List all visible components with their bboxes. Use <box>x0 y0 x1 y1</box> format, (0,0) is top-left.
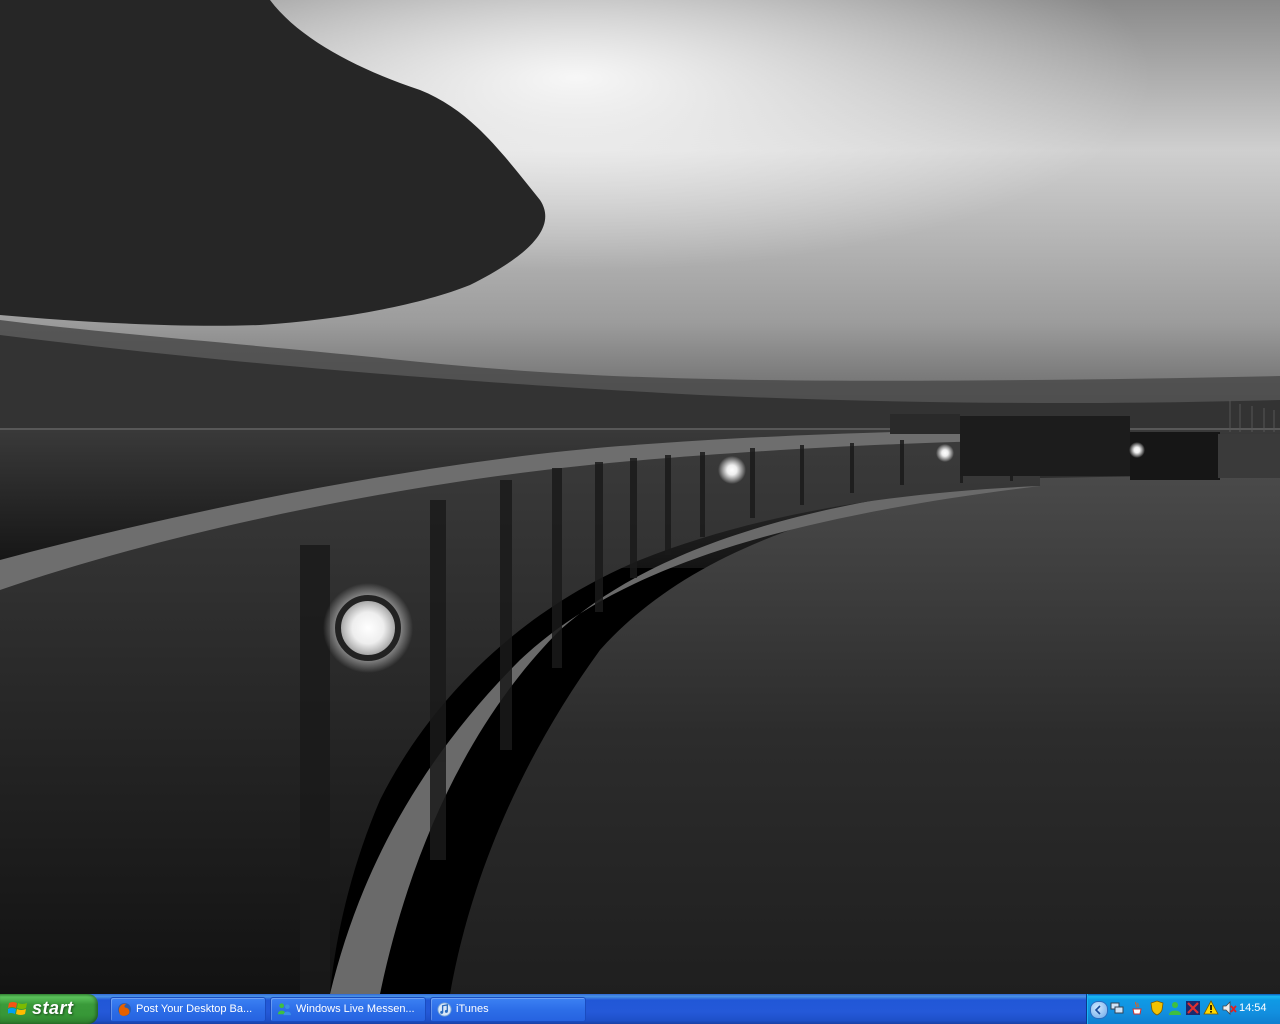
taskbar: start Post Your Desktop Ba... Windows Li… <box>0 994 1280 1024</box>
network-icon[interactable] <box>1109 1000 1125 1016</box>
clock[interactable]: 14:54 <box>1239 1002 1267 1014</box>
taskbar-button-label: iTunes <box>456 1003 489 1015</box>
messenger-icon <box>277 1003 292 1016</box>
show-hidden-icons-icon[interactable] <box>1090 1001 1108 1019</box>
security-shield-icon[interactable] <box>1149 1000 1165 1016</box>
firefox-icon <box>117 1002 132 1017</box>
start-label: start <box>32 998 74 1018</box>
itunes-icon <box>437 1002 452 1017</box>
java-icon[interactable] <box>1129 1000 1145 1016</box>
taskbar-button-label: Post Your Desktop Ba... <box>136 1003 253 1015</box>
system-tray: 14:54 <box>1086 994 1280 1024</box>
start-button[interactable]: start <box>0 994 98 1024</box>
windows-logo-icon <box>8 1002 27 1015</box>
desktop[interactable] <box>0 0 1280 994</box>
taskbar-button-itunes[interactable]: iTunes <box>430 997 586 1022</box>
wallpaper-image <box>0 0 1280 994</box>
taskbar-button-messenger[interactable]: Windows Live Messen... <box>270 997 426 1022</box>
antivirus-icon[interactable] <box>1185 1000 1201 1016</box>
volume-muted-icon[interactable] <box>1221 1000 1237 1016</box>
messenger-tray-icon[interactable] <box>1167 1000 1183 1016</box>
taskbar-button-label: Windows Live Messen... <box>296 1003 415 1015</box>
security-warning-icon[interactable] <box>1203 1000 1219 1016</box>
taskbar-button-firefox[interactable]: Post Your Desktop Ba... <box>110 997 266 1022</box>
